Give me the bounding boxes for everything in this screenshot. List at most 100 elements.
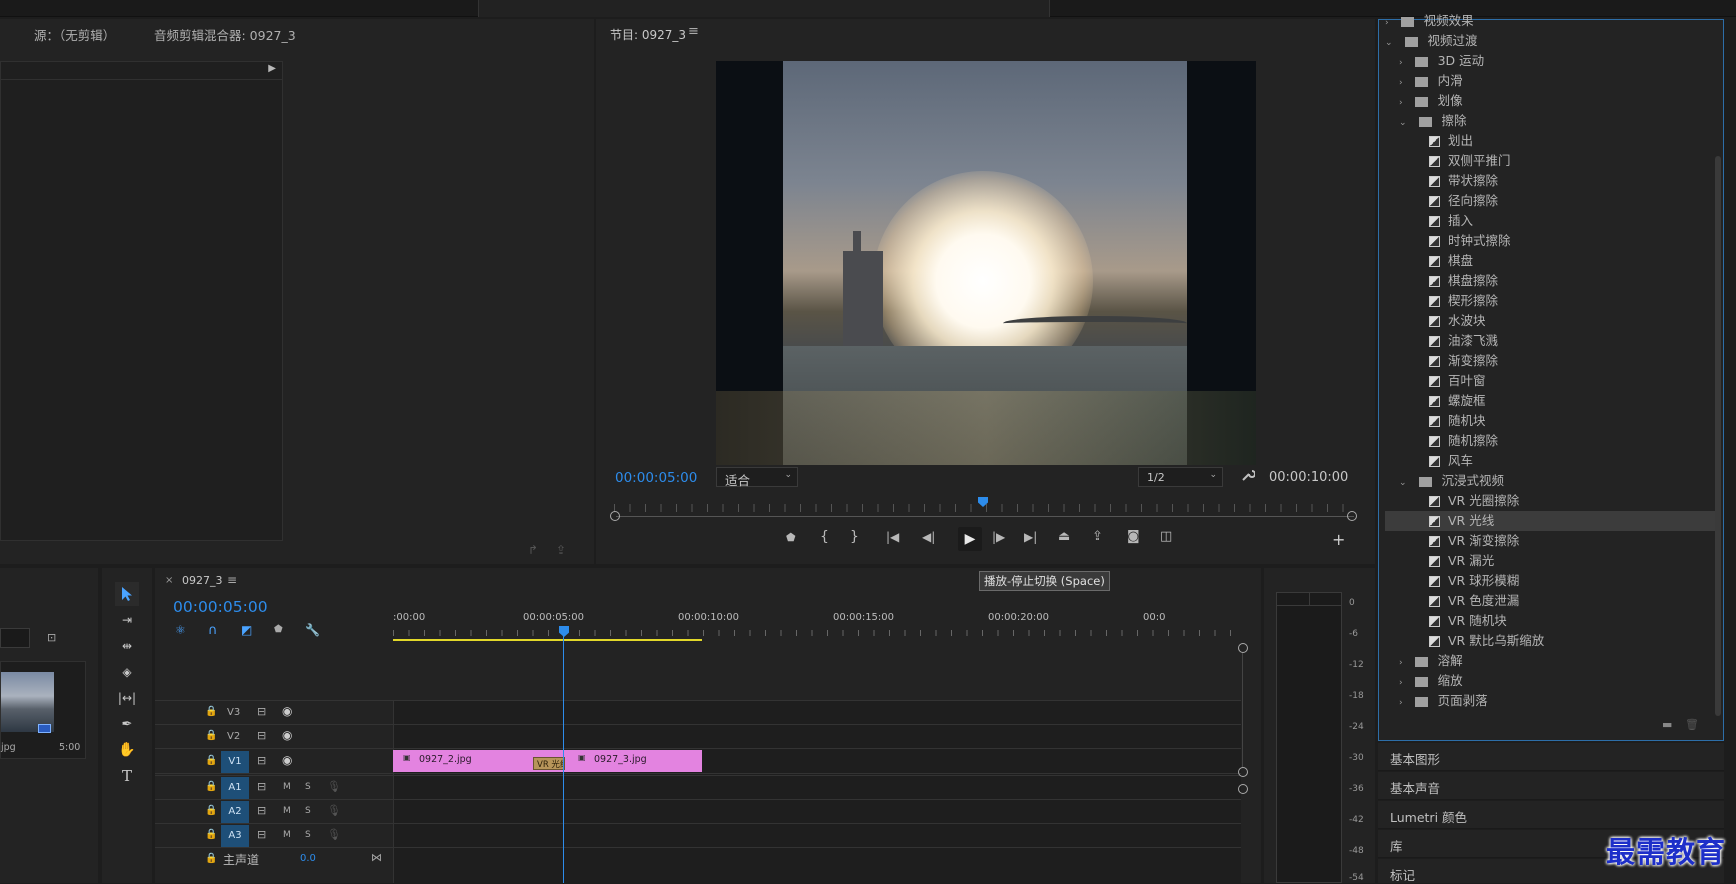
track-label-v2[interactable]: V2 [227,731,240,742]
slip-tool-icon[interactable]: |↔| [115,686,139,710]
tree-video-transitions[interactable]: ⌄ 视频过渡 [1385,31,1478,51]
master-volume-value[interactable]: 0.0 [300,853,316,864]
effect-item[interactable]: 螺旋框 [1429,391,1486,411]
clip-0927-3[interactable]: ▣ 0927_3.jpg [548,750,702,772]
comparison-view-icon[interactable]: ◫ [1160,529,1172,544]
tree-zoom[interactable]: › 缩放 [1399,671,1463,691]
scrub-out-handle[interactable] [1347,511,1357,521]
camera-icon[interactable]: ◙ [1127,529,1140,544]
timeline-settings-wrench-icon[interactable]: 🔧 [305,623,320,637]
source-tab[interactable]: 源：（无剪辑） [34,25,115,44]
lock-icon[interactable]: 🔒 [205,829,217,840]
clip-thumbnail-box[interactable]: jpg 5:00 [0,661,86,759]
work-area-bar[interactable] [393,639,702,641]
pen-tool-icon[interactable]: ✒ [115,712,139,736]
track-target-a3[interactable]: A3 [221,825,249,847]
tree-slide[interactable]: › 内滑 [1399,71,1463,91]
eye-icon[interactable]: ◉ [282,728,292,742]
tree-scrollbar[interactable] [1715,156,1721,716]
effect-item[interactable]: VR 色度泄漏 [1429,591,1519,611]
effect-item[interactable]: VR 光圈擦除 [1429,491,1519,511]
effect-item[interactable]: 划出 [1429,131,1473,151]
insert-icon[interactable]: ↱ [528,543,538,557]
sync-lock-icon[interactable]: ⊟ [257,729,266,742]
sync-lock-icon[interactable]: ⊟ [257,804,266,817]
microphone-icon[interactable]: 🎙 [327,780,341,793]
snap-magnet-icon[interactable]: ∩ [208,623,218,638]
vertical-zoom-handle[interactable] [1238,767,1248,777]
sync-lock-icon[interactable]: ⊟ [257,754,266,767]
add-button-icon[interactable]: + [1332,530,1345,549]
solo-button[interactable]: S [305,782,311,792]
track-target-v1[interactable]: V1 [221,751,249,773]
effect-item[interactable]: 棋盘 [1429,251,1473,271]
effect-item[interactable]: 带状擦除 [1429,171,1498,191]
microphone-icon[interactable]: 🎙 [327,828,341,841]
mute-button[interactable]: M [283,782,291,792]
program-scrub-line[interactable] [616,516,1354,517]
effect-item[interactable]: 棋盘擦除 [1429,271,1498,291]
mark-out-icon[interactable]: } [850,529,859,545]
mute-button[interactable]: M [283,830,291,840]
eye-icon[interactable]: ◉ [282,753,292,767]
effect-item[interactable]: 插入 [1429,211,1473,231]
lift-icon[interactable]: ⏏ [1058,529,1070,544]
lock-icon[interactable]: 🔒 [205,805,217,816]
panel-expand-arrow-icon[interactable]: ▶ [268,63,276,74]
mark-in-icon[interactable]: { [820,529,829,545]
tree-3d-motion[interactable]: › 3D 运动 [1399,51,1484,71]
essential-sound-panel[interactable]: 基本声音 [1378,772,1724,800]
effect-item[interactable]: 径向擦除 [1429,191,1498,211]
track-target-a1[interactable]: A1 [221,777,249,799]
fit-dropdown[interactable]: 适合 ⌄ [716,467,798,488]
track-select-tool-icon[interactable]: ⇥ [115,608,139,632]
selection-tool-icon[interactable] [115,582,139,606]
type-tool-icon[interactable]: T [115,764,139,788]
solo-button[interactable]: S [305,830,311,840]
trash-icon[interactable]: 🗑 [1685,718,1699,731]
vertical-zoom-handle[interactable] [1238,643,1248,653]
effect-item[interactable]: 百叶窗 [1429,371,1486,391]
new-bin-icon[interactable]: ▬ [1662,718,1672,731]
sequence-tab[interactable]: 0927_3 [182,574,223,587]
add-marker-icon[interactable]: ⬟ [274,624,283,635]
effect-item-selected[interactable]: VR 光线 [1429,511,1494,531]
export-icon[interactable]: ⇪ [556,543,566,557]
go-to-in-icon[interactable]: |◀ [886,530,899,544]
new-bin-camera-icon[interactable]: ⊡ [47,631,56,644]
effect-item[interactable]: 水波块 [1429,311,1486,331]
timeline-playhead-line[interactable] [563,636,564,883]
razor-tool-icon[interactable]: ◈ [115,660,139,684]
track-label-v3[interactable]: V3 [227,707,240,718]
tree-wipe[interactable]: ⌄ 擦除 [1399,111,1467,131]
effect-item[interactable]: 楔形擦除 [1429,291,1498,311]
sync-lock-icon[interactable]: ⊟ [257,828,266,841]
effect-item[interactable]: 油漆飞溅 [1429,331,1498,351]
track-target-a2[interactable]: A2 [221,801,249,823]
wrench-settings-icon[interactable] [1241,468,1255,482]
effect-item[interactable]: VR 漏光 [1429,551,1494,571]
eye-icon[interactable]: ◉ [282,704,292,718]
essential-graphics-panel[interactable]: 基本图形 [1378,743,1724,771]
timeline-timecode[interactable]: 00:00:05:00 [173,598,268,616]
scrub-in-handle[interactable] [610,511,620,521]
program-timecode[interactable]: 00:00:05:00 [615,470,697,486]
clip-0927-2[interactable]: ▣ 0927_2.jpg [393,750,548,772]
linked-selection-icon[interactable]: ◩ [241,623,252,637]
nest-toggle-icon[interactable]: ⚛ [175,623,186,637]
tree-page-peel[interactable]: › 页面剥落 [1399,691,1488,711]
tree-video-effects[interactable]: › 视频效果 [1385,11,1474,31]
resolution-dropdown[interactable]: 1/2 ⌄ [1138,467,1223,487]
microphone-icon[interactable]: 🎙 [327,804,341,817]
lock-icon[interactable]: 🔒 [205,781,217,792]
effect-item[interactable]: 随机擦除 [1429,431,1498,451]
close-sequence-icon[interactable]: × [165,575,173,586]
panel-menu-icon[interactable]: ≡ [688,24,699,39]
vertical-scroll-line[interactable] [1242,653,1243,767]
ripple-edit-tool-icon[interactable]: ⇹ [115,634,139,658]
hand-tool-icon[interactable]: ✋ [115,738,139,762]
tree-immersive-video[interactable]: ⌄ 沉浸式视频 [1399,471,1504,491]
add-marker-icon[interactable]: ⬟ [786,531,796,544]
lumetri-color-panel[interactable]: Lumetri 颜色 [1378,801,1724,829]
effect-item[interactable]: VR 渐变擦除 [1429,531,1519,551]
